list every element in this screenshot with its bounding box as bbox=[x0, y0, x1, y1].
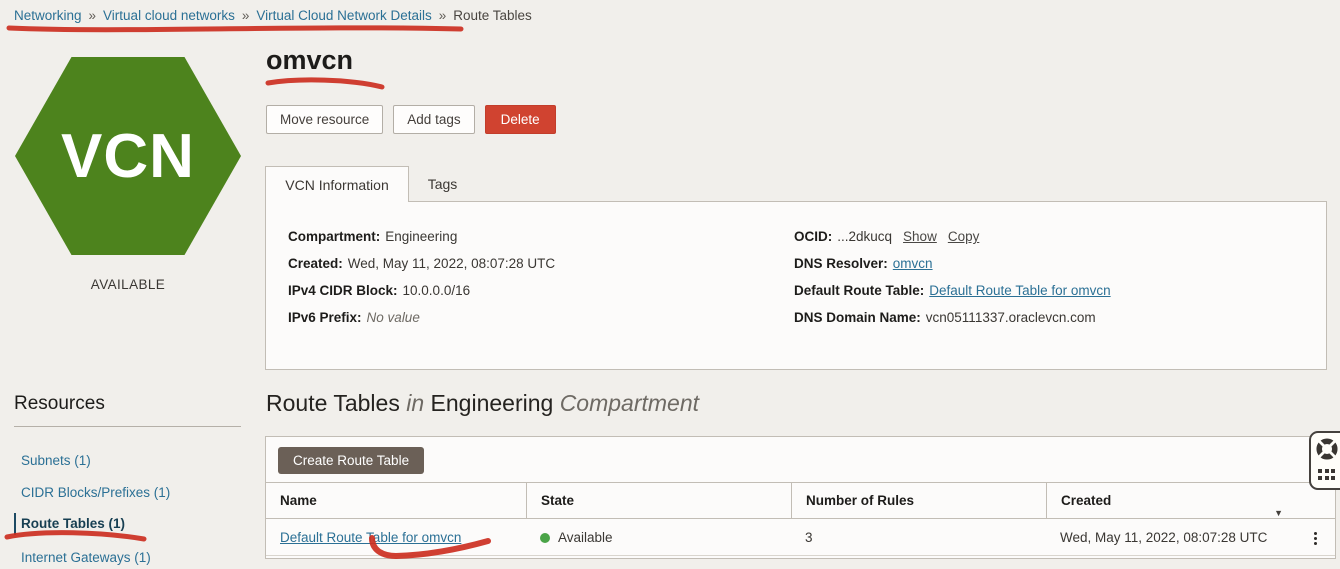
table-row: Default Route Table for omvcn Available … bbox=[266, 519, 1335, 556]
sidebar-item-cidr-blocks[interactable]: CIDR Blocks/Prefixes (1) bbox=[14, 482, 170, 504]
resources-divider bbox=[14, 426, 241, 427]
column-header-number-of-rules: Number of Rules bbox=[791, 483, 1046, 519]
default-route-table-link[interactable]: Default Route Table for omvcn bbox=[929, 283, 1110, 298]
row-actions-kebab-icon[interactable] bbox=[1308, 528, 1322, 548]
ocid-show-link[interactable]: Show bbox=[903, 229, 937, 244]
breadcrumb-link-virtual-cloud-networks[interactable]: Virtual cloud networks bbox=[103, 8, 235, 23]
vcn-hexagon-icon: VCN bbox=[15, 57, 241, 255]
annotation-title-underline bbox=[268, 80, 382, 87]
sidebar-item-subnets[interactable]: Subnets (1) bbox=[14, 450, 91, 472]
route-tables-section-heading: Route Tables in Engineering Compartment bbox=[266, 390, 699, 417]
breadcrumb-current-route-tables: Route Tables bbox=[453, 8, 532, 23]
route-tables-card: Create Route Table Name State Number of … bbox=[265, 436, 1336, 559]
lifebuoy-icon bbox=[1316, 438, 1338, 465]
field-dns-domain-name: DNS Domain Name:vcn05111337.oraclevcn.co… bbox=[794, 310, 1111, 337]
row-rules-cell: 3 bbox=[791, 519, 1046, 556]
dns-resolver-link[interactable]: omvcn bbox=[893, 256, 933, 271]
apps-grid-icon bbox=[1318, 469, 1335, 480]
field-compartment: Compartment:Engineering bbox=[288, 229, 555, 256]
add-tags-button[interactable]: Add tags bbox=[393, 105, 474, 134]
resource-status-label: AVAILABLE bbox=[0, 277, 256, 292]
breadcrumb-separator: » bbox=[89, 8, 97, 23]
field-default-route-table: Default Route Table:Default Route Table … bbox=[794, 283, 1111, 310]
support-widget[interactable] bbox=[1309, 431, 1340, 490]
delete-button[interactable]: Delete bbox=[485, 105, 556, 134]
row-state-cell: Available bbox=[526, 519, 791, 556]
move-resource-button[interactable]: Move resource bbox=[266, 105, 383, 134]
route-table-name-link[interactable]: Default Route Table for omvcn bbox=[280, 530, 461, 545]
annotation-breadcrumb-underline bbox=[9, 28, 461, 30]
field-ocid: OCID:...2dkucqShowCopy bbox=[794, 229, 1111, 256]
field-dns-resolver: DNS Resolver:omvcn bbox=[794, 256, 1111, 283]
row-created-cell: Wed, May 11, 2022, 08:07:28 UTC bbox=[1046, 519, 1335, 556]
page-title: omvcn bbox=[266, 45, 353, 76]
breadcrumb-separator: » bbox=[439, 8, 447, 23]
tab-tags[interactable]: Tags bbox=[409, 166, 476, 202]
column-header-name: Name bbox=[266, 483, 526, 519]
breadcrumb-link-networking[interactable]: Networking bbox=[14, 8, 82, 23]
create-route-table-button[interactable]: Create Route Table bbox=[278, 447, 424, 474]
ocid-copy-link[interactable]: Copy bbox=[948, 229, 980, 244]
sidebar-item-route-tables[interactable]: Route Tables (1) bbox=[14, 513, 125, 535]
vcn-information-panel: Compartment:Engineering Created:Wed, May… bbox=[265, 201, 1327, 370]
breadcrumb-link-vcn-details[interactable]: Virtual Cloud Network Details bbox=[256, 8, 431, 23]
field-created: Created:Wed, May 11, 2022, 08:07:28 UTC bbox=[288, 256, 555, 283]
action-buttons: Move resource Add tags Delete bbox=[266, 105, 556, 134]
column-header-created: Created ▼ bbox=[1046, 483, 1335, 519]
breadcrumb: Networking » Virtual cloud networks » Virtua… bbox=[14, 8, 532, 23]
table-header-row: Name State Number of Rules Created ▼ bbox=[266, 482, 1335, 519]
field-ipv6-prefix: IPv6 Prefix:No value bbox=[288, 310, 555, 337]
state-available-dot-icon bbox=[540, 533, 550, 543]
sidebar-item-internet-gateways[interactable]: Internet Gateways (1) bbox=[14, 547, 151, 569]
resources-heading: Resources bbox=[14, 393, 105, 415]
column-header-state: State bbox=[526, 483, 791, 519]
field-ipv4-cidr: IPv4 CIDR Block:10.0.0.0/16 bbox=[288, 283, 555, 310]
tab-vcn-information[interactable]: VCN Information bbox=[265, 166, 409, 202]
breadcrumb-separator: » bbox=[242, 8, 250, 23]
vcn-badge-text: VCN bbox=[61, 121, 195, 192]
